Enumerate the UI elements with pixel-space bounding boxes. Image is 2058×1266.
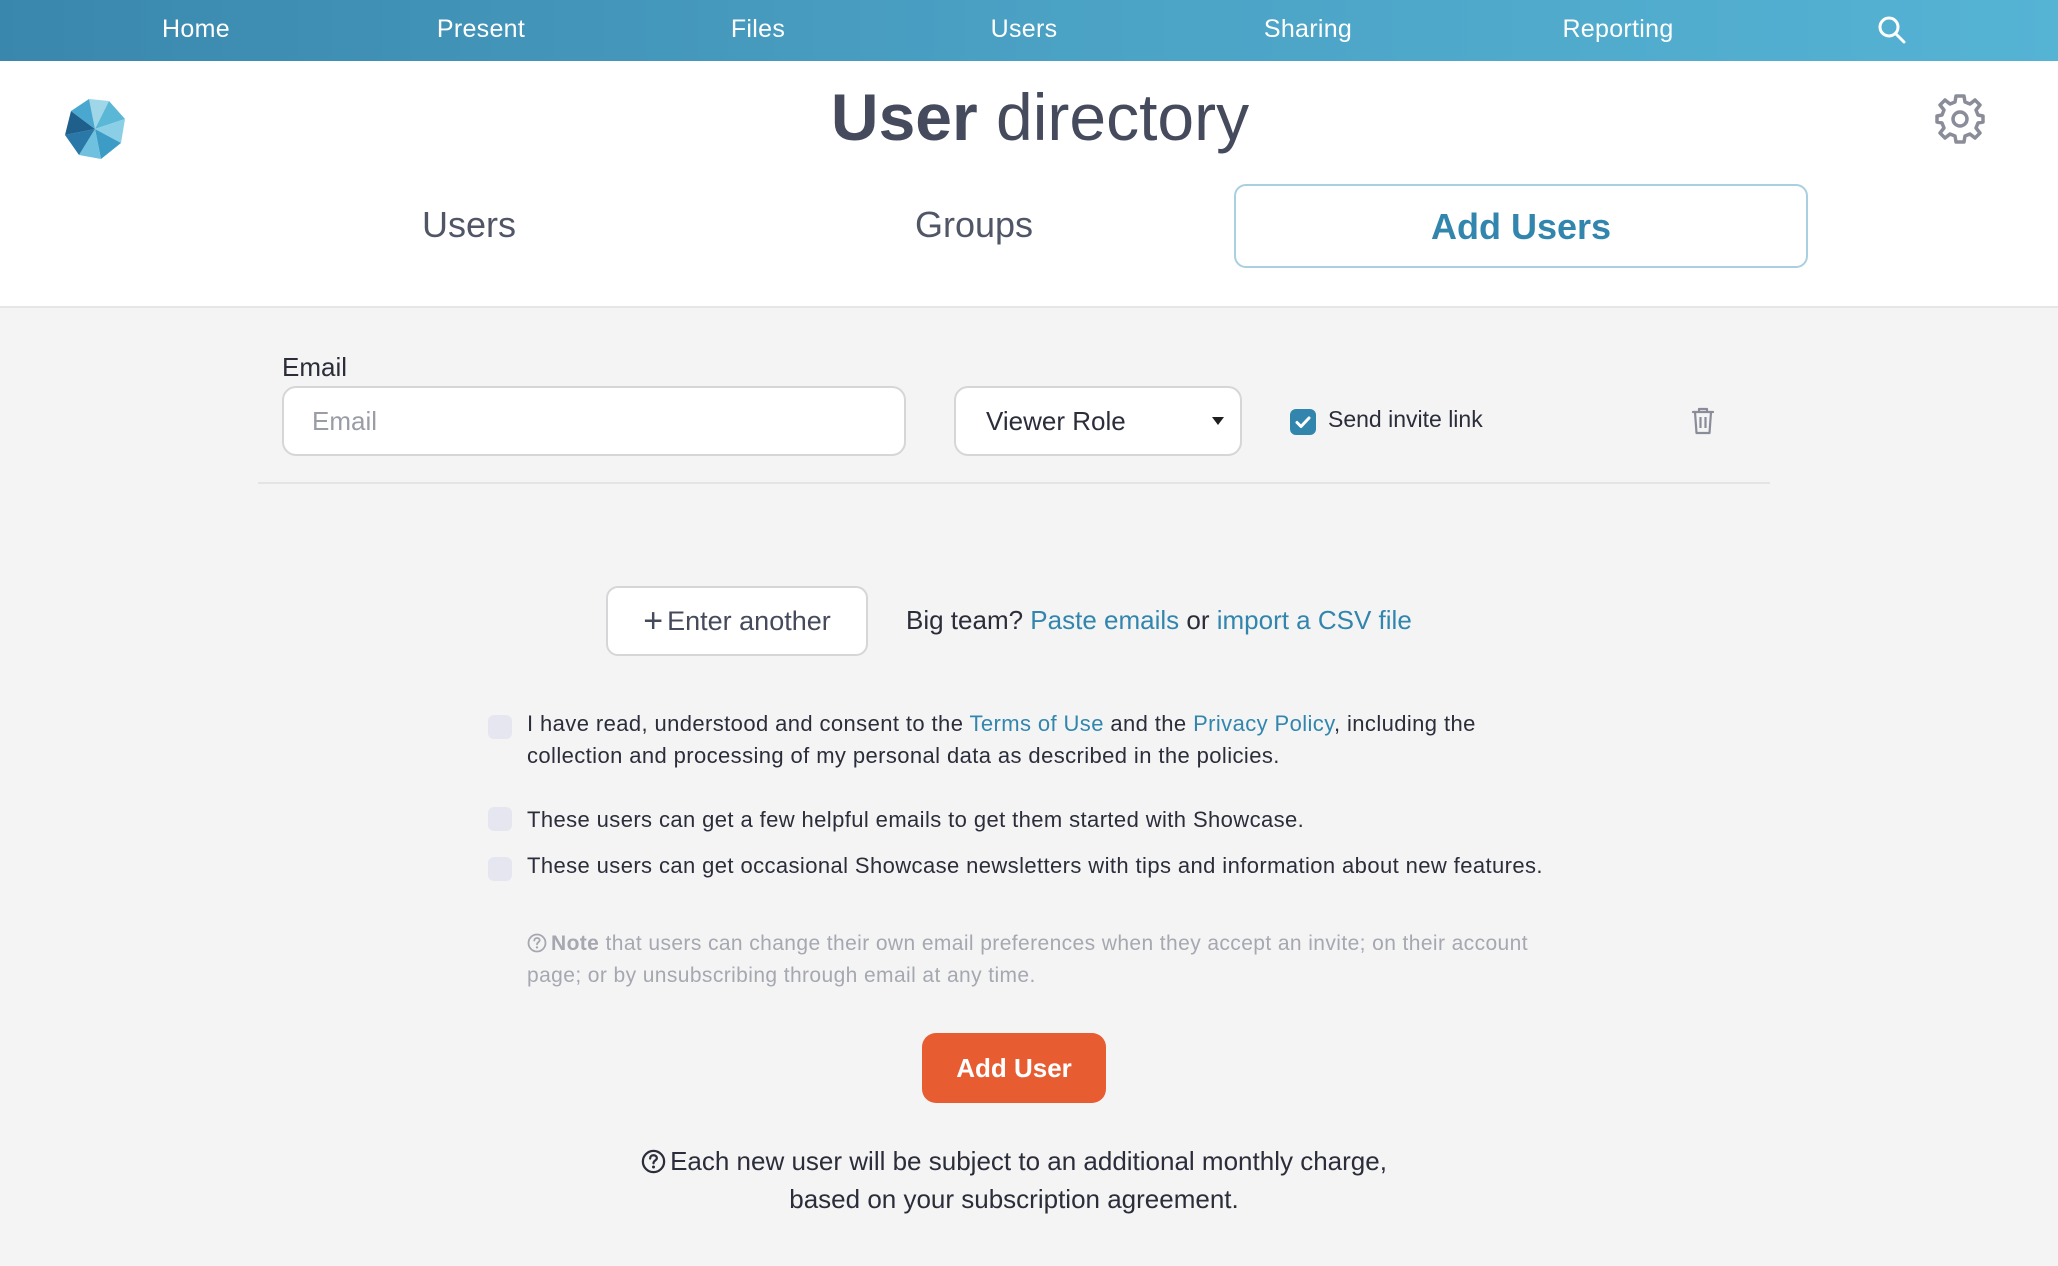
question-circle-icon <box>527 933 547 953</box>
charge-note-text: Each new user will be subject to an addi… <box>670 1146 1387 1214</box>
trash-icon[interactable] <box>1690 406 1716 436</box>
terms-consent-text: I have read, understood and consent to t… <box>527 708 1557 772</box>
page-title-bold: User <box>830 80 978 154</box>
page-header: User directory Users Groups Add Users <box>0 61 2058 308</box>
nav-users[interactable]: Users <box>991 0 1058 61</box>
page-title: User directory <box>0 79 2058 155</box>
gear-icon[interactable] <box>1934 93 1986 145</box>
nav-files[interactable]: Files <box>731 0 785 61</box>
paste-emails-link[interactable]: Paste emails <box>1030 605 1179 635</box>
add-user-button[interactable]: Add User <box>922 1033 1106 1103</box>
helpful-emails-checkbox[interactable] <box>488 807 512 831</box>
nav-reporting[interactable]: Reporting <box>1562 0 1673 61</box>
send-invite-label[interactable]: Send invite link <box>1328 406 1483 433</box>
search-icon[interactable] <box>1874 12 1910 48</box>
email-label: Email <box>282 352 348 382</box>
terms-consent-checkbox[interactable] <box>488 715 512 739</box>
big-team-text: Big team? Paste emails or import a CSV f… <box>906 605 1412 636</box>
big-team-or: or <box>1179 605 1217 635</box>
newsletters-checkbox[interactable] <box>488 857 512 881</box>
terms-mid: and the <box>1103 711 1194 736</box>
helpful-emails-text: These users can get a few helpful emails… <box>527 807 1305 832</box>
row-divider <box>258 482 1770 484</box>
privacy-policy-link[interactable]: Privacy Policy <box>1193 711 1334 736</box>
nav-present[interactable]: Present <box>437 0 525 61</box>
email-input[interactable] <box>282 386 906 456</box>
newsletters-text: These users can get occasional Showcase … <box>527 853 1543 878</box>
charge-note: Each new user will be subject to an addi… <box>640 1142 1388 1218</box>
tab-add-users[interactable]: Add Users <box>1234 184 1808 268</box>
caret-down-icon <box>1212 417 1224 425</box>
send-invite-checkbox[interactable] <box>1290 409 1316 435</box>
page-title-rest: directory <box>977 80 1250 154</box>
role-select[interactable]: Viewer Role <box>954 386 1242 456</box>
import-csv-link[interactable]: import a CSV file <box>1217 605 1412 635</box>
plus-icon: + <box>643 602 664 640</box>
checkmark-icon <box>1295 416 1311 428</box>
note-bold: Note <box>551 932 600 955</box>
nav-home[interactable]: Home <box>162 0 230 61</box>
tab-users[interactable]: Users <box>334 184 604 268</box>
top-navigation: Home Present Files Users Sharing Reporti… <box>0 0 2058 61</box>
terms-pre: I have read, understood and consent to t… <box>527 711 970 736</box>
terms-of-use-link[interactable]: Terms of Use <box>969 711 1103 736</box>
email-preferences-note: Note that users can change their own ema… <box>527 928 1557 992</box>
nav-sharing[interactable]: Sharing <box>1264 0 1352 61</box>
enter-another-label: Enter another <box>667 606 831 636</box>
big-team-prefix: Big team? <box>906 605 1031 635</box>
question-circle-icon <box>641 1149 666 1174</box>
tab-groups[interactable]: Groups <box>839 184 1109 268</box>
enter-another-button[interactable]: + Enter another <box>606 586 868 656</box>
note-text: that users can change their own email pr… <box>527 932 1528 987</box>
role-select-value: Viewer Role <box>986 406 1126 436</box>
